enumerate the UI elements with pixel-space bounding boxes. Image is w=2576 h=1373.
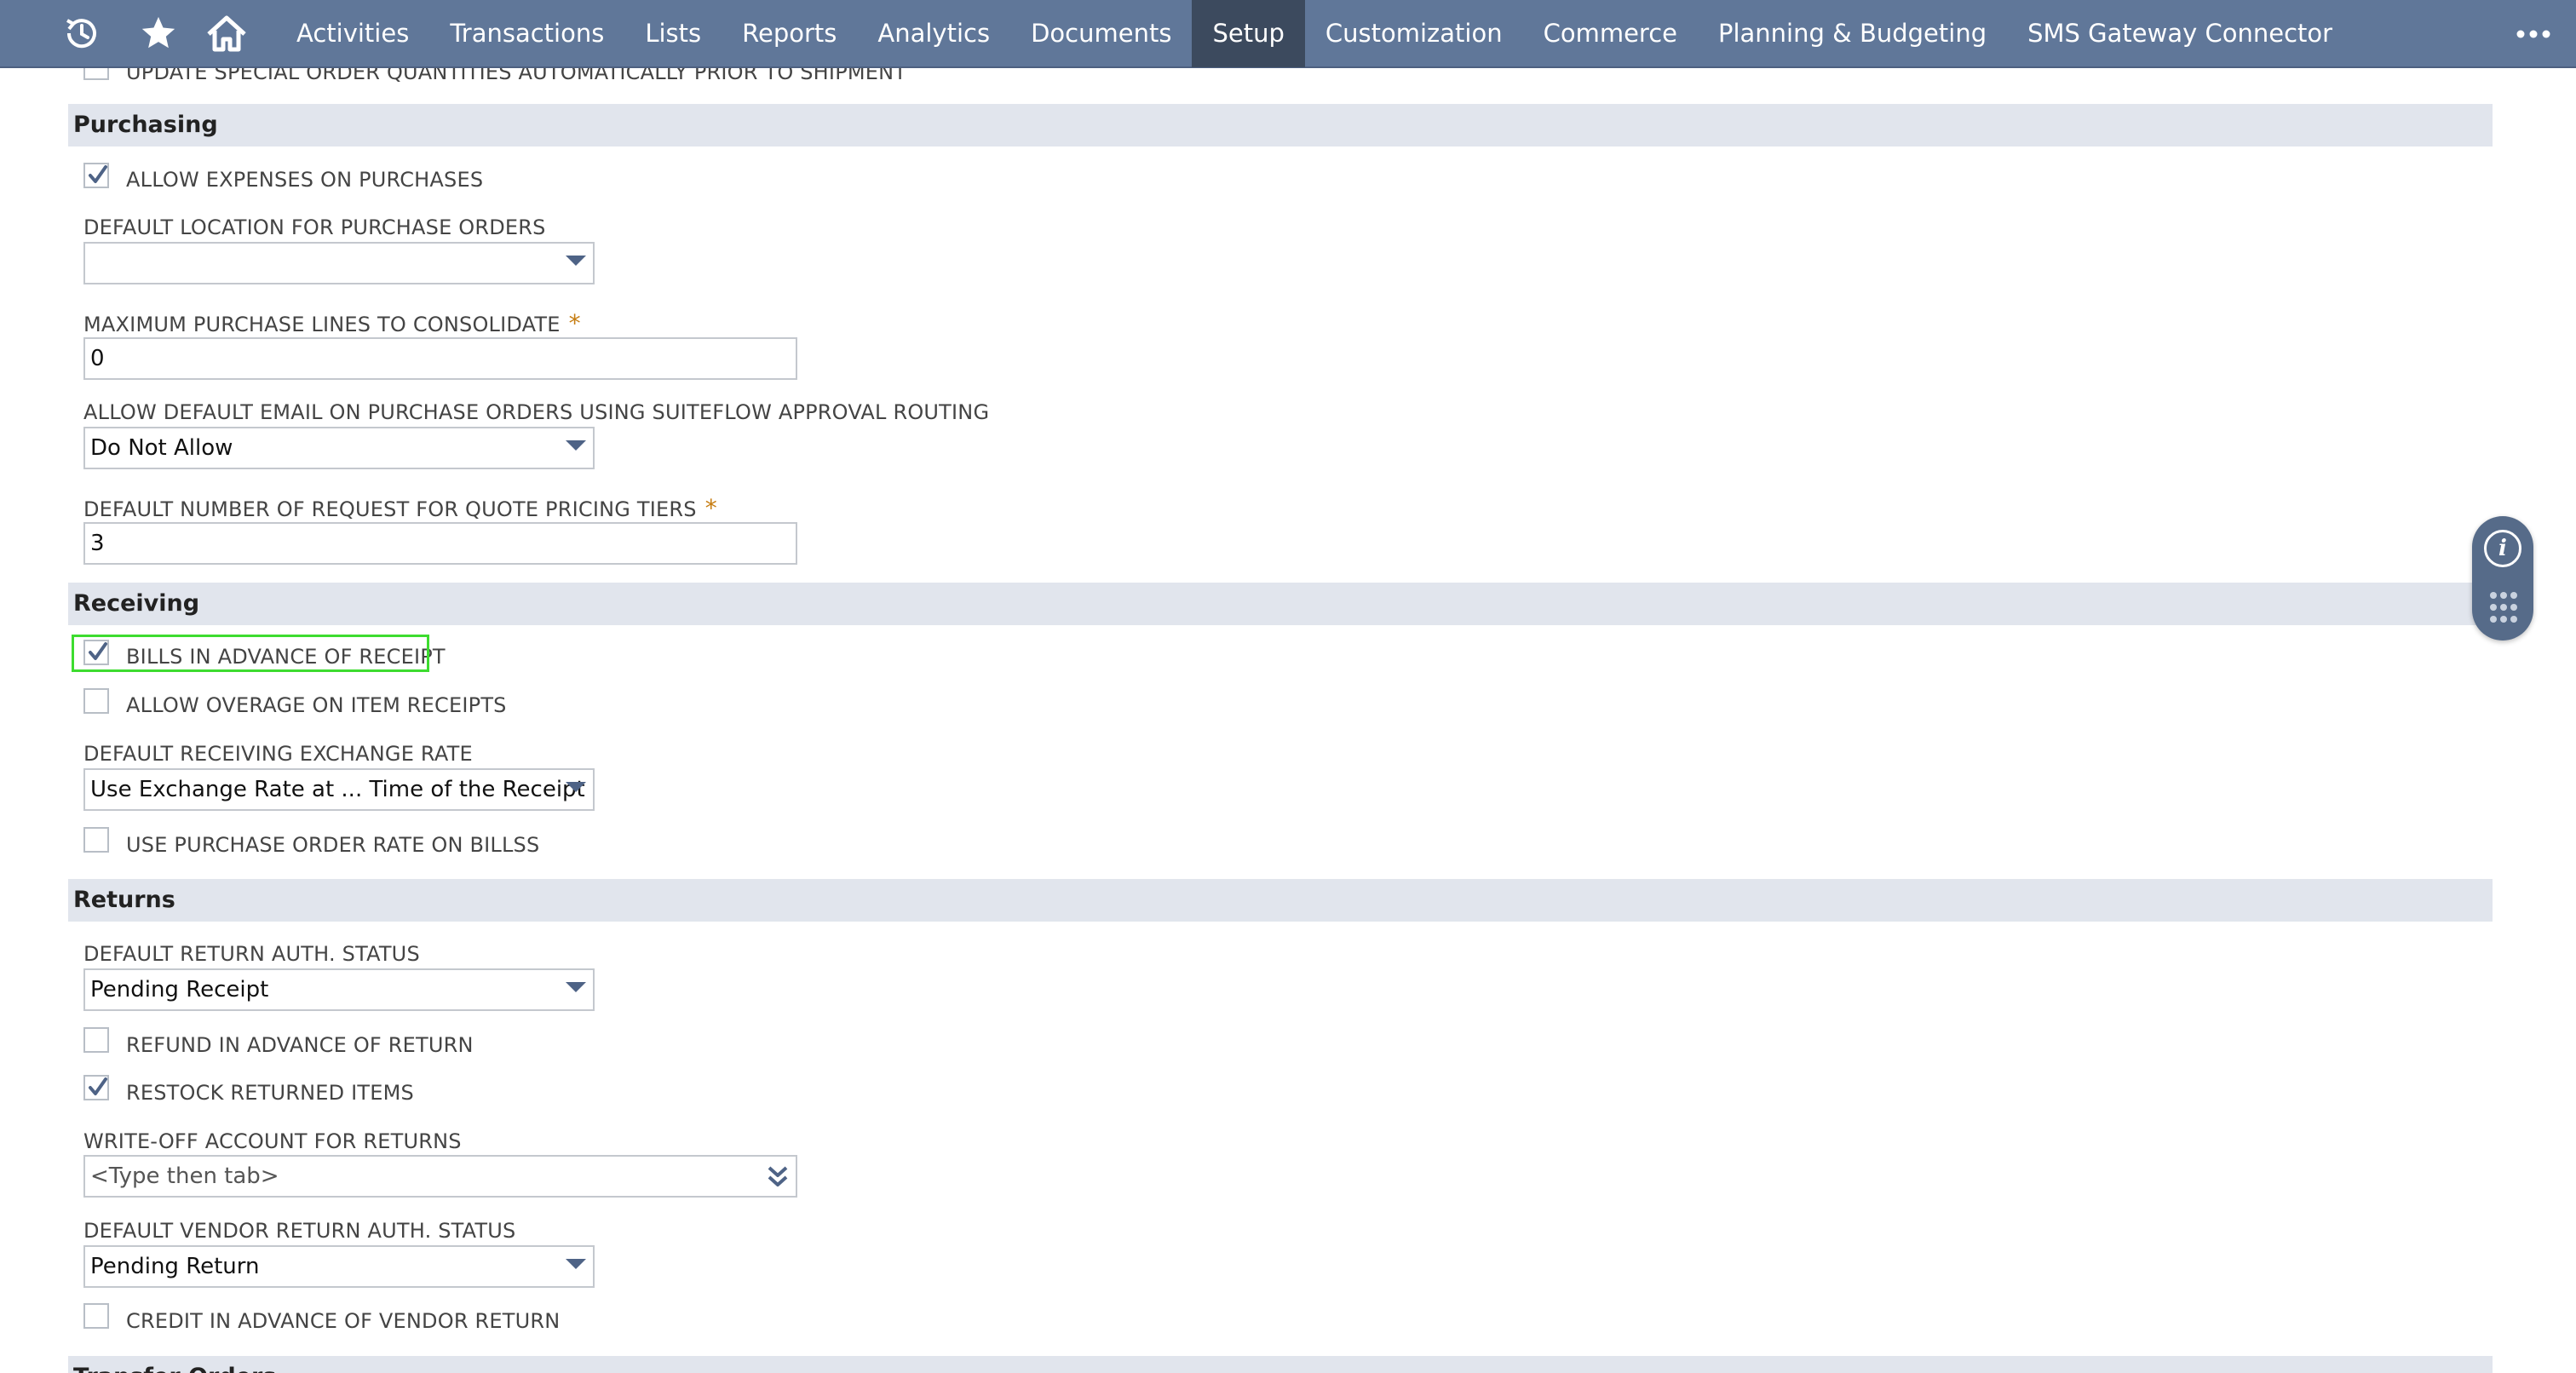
writeoff-account-combobox[interactable]: <Type then tab> — [83, 1155, 797, 1198]
nav-customization[interactable]: Customization — [1305, 0, 1523, 67]
default-email-select[interactable]: Do Not Allow — [83, 427, 595, 469]
required-asterisk: * — [568, 309, 581, 337]
required-asterisk: * — [704, 494, 717, 522]
allow-overage-label: ALLOW OVERAGE ON ITEM RECEIPTS — [126, 693, 507, 717]
default-location-label: DEFAULT LOCATION FOR PURCHASE ORDERS — [83, 215, 546, 239]
allow-expenses-label: ALLOW EXPENSES ON PURCHASES — [126, 168, 484, 192]
nav-commerce[interactable]: Commerce — [1523, 0, 1698, 67]
exchange-rate-select[interactable]: Use Exchange Rate at ... Time of the Rec… — [83, 768, 595, 811]
bills-in-advance-checkbox[interactable] — [83, 640, 109, 665]
vendor-return-status-label: DEFAULT VENDOR RETURN AUTH. STATUS — [83, 1219, 516, 1243]
return-auth-status-label: DEFAULT RETURN AUTH. STATUS — [83, 942, 420, 966]
section-header-purchasing: Purchasing — [68, 104, 2493, 146]
more-menu-icon[interactable] — [2491, 0, 2576, 68]
nav-transactions[interactable]: Transactions — [429, 0, 624, 67]
return-auth-status-select[interactable]: Pending Receipt — [83, 968, 595, 1011]
restock-returned-checkbox[interactable] — [83, 1075, 109, 1100]
home-icon[interactable] — [193, 0, 261, 67]
nav-planning-budgeting[interactable]: Planning & Budgeting — [1698, 0, 2007, 67]
refund-in-advance-checkbox[interactable] — [83, 1027, 109, 1053]
exchange-rate-value: Use Exchange Rate at ... Time of the Rec… — [90, 777, 585, 802]
allow-expenses-checkbox[interactable] — [83, 163, 109, 188]
nav-reports[interactable]: Reports — [722, 0, 857, 67]
vendor-return-status-select[interactable]: Pending Return — [83, 1245, 595, 1288]
update-special-order-label: UPDATE SPECIAL ORDER QUANTITIES AUTOMATI… — [126, 68, 907, 84]
credit-in-advance-checkbox[interactable] — [83, 1303, 109, 1329]
nav-setup[interactable]: Setup — [1192, 0, 1305, 67]
double-chevron-down-icon[interactable] — [767, 1165, 789, 1189]
restock-returned-label: RESTOCK RETURNED ITEMS — [126, 1081, 414, 1105]
vendor-return-status-value: Pending Return — [90, 1254, 260, 1279]
info-icon[interactable]: i — [2484, 530, 2521, 567]
section-header-receiving: Receiving — [68, 583, 2493, 625]
po-rate-checkbox[interactable] — [83, 827, 109, 853]
top-navigation-bar: Activities Transactions Lists Reports An… — [0, 0, 2576, 68]
nav-lists[interactable]: Lists — [624, 0, 722, 67]
rfq-tiers-input[interactable]: 3 — [83, 522, 797, 565]
dropdown-arrow-icon — [566, 982, 586, 992]
section-header-transfer-orders: Transfer Orders — [68, 1356, 2493, 1373]
section-header-returns: Returns — [68, 879, 2493, 922]
recent-records-icon[interactable] — [48, 0, 116, 67]
default-location-select[interactable] — [83, 242, 595, 284]
favorites-star-icon[interactable] — [124, 0, 193, 67]
allow-overage-checkbox[interactable] — [83, 688, 109, 714]
default-email-label: ALLOW DEFAULT EMAIL ON PURCHASE ORDERS U… — [83, 400, 990, 424]
nav-analytics[interactable]: Analytics — [857, 0, 1010, 67]
credit-in-advance-label: CREDIT IN ADVANCE OF VENDOR RETURN — [126, 1309, 561, 1333]
exchange-rate-label: DEFAULT RECEIVING EXCHANGE RATE — [83, 742, 473, 766]
max-purchase-lines-label: MAXIMUM PURCHASE LINES TO CONSOLIDATE * — [83, 309, 581, 337]
nav-documents[interactable]: Documents — [1010, 0, 1192, 67]
writeoff-account-label: WRITE-OFF ACCOUNT FOR RETURNS — [83, 1129, 462, 1153]
po-rate-label: USE PURCHASE ORDER RATE ON BILLSS — [126, 833, 540, 857]
dropdown-arrow-icon — [566, 782, 586, 792]
preferences-content: UPDATE SPECIAL ORDER QUANTITIES AUTOMATI… — [0, 68, 2576, 1373]
dropdown-arrow-icon — [566, 440, 586, 451]
drag-handle-icon[interactable] — [2488, 591, 2519, 623]
dropdown-arrow-icon — [566, 1259, 586, 1269]
update-special-order-checkbox[interactable] — [83, 68, 109, 80]
dropdown-arrow-icon — [566, 256, 586, 266]
rfq-tiers-label: DEFAULT NUMBER OF REQUEST FOR QUOTE PRIC… — [83, 494, 717, 522]
nav-sms-gateway-connector[interactable]: SMS Gateway Connector — [2007, 0, 2353, 67]
default-email-value: Do Not Allow — [90, 435, 233, 461]
return-auth-status-value: Pending Receipt — [90, 977, 269, 1002]
bills-in-advance-label: BILLS IN ADVANCE OF RECEIPT — [126, 645, 446, 669]
floating-help-widget: i — [2472, 516, 2533, 641]
nav-activities[interactable]: Activities — [276, 0, 429, 67]
max-purchase-lines-input[interactable]: 0 — [83, 337, 797, 380]
writeoff-account-placeholder: <Type then tab> — [90, 1163, 279, 1189]
refund-in-advance-label: REFUND IN ADVANCE OF RETURN — [126, 1033, 474, 1057]
